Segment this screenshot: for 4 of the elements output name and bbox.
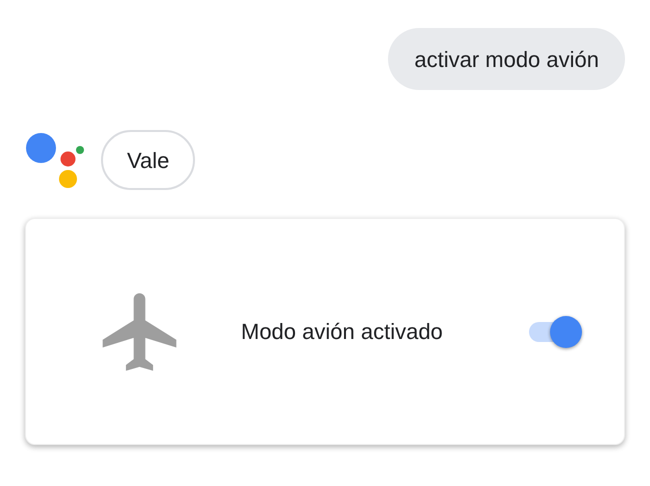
user-message-bubble: activar modo avión xyxy=(388,28,625,90)
assistant-reply-bubble: Vale xyxy=(101,130,196,190)
airplane-mode-label: Modo avión activado xyxy=(241,318,443,346)
assistant-logo-icon xyxy=(25,131,85,189)
